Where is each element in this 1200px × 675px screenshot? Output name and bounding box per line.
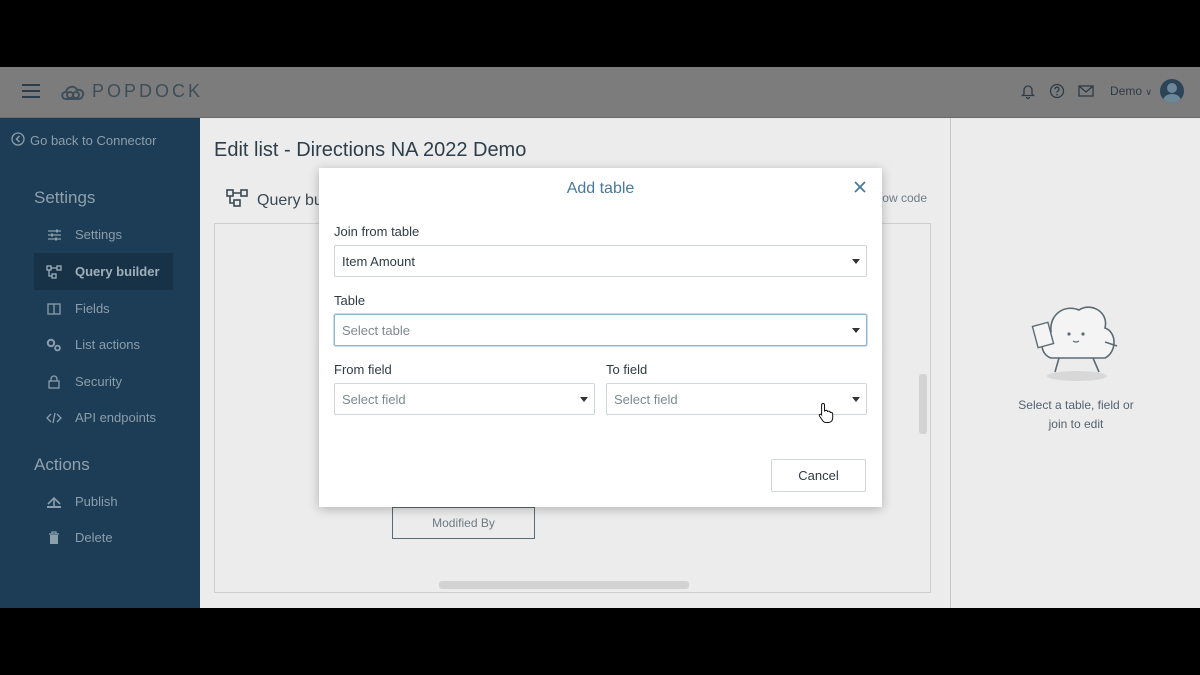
- sidebar-item-settings[interactable]: Settings: [34, 216, 173, 253]
- sidebar-item-list-actions[interactable]: List actions: [34, 326, 173, 363]
- cloud-character-illustration: [1029, 288, 1123, 389]
- table-select[interactable]: Select table: [334, 314, 867, 346]
- from-field-select[interactable]: Select field: [334, 383, 595, 415]
- avatar[interactable]: [1160, 79, 1184, 103]
- chevron-down-icon: ∨: [1145, 87, 1152, 97]
- query-builder-icon: [226, 189, 248, 212]
- app-window: POPDOCK Demo ∨ Go back to Connector Sett…: [0, 67, 1200, 608]
- sidebar-item-delete[interactable]: Delete: [34, 519, 173, 556]
- sidebar-item-publish[interactable]: Publish: [34, 483, 173, 520]
- join-from-label: Join from table: [334, 224, 420, 239]
- vertical-scrollbar[interactable]: [919, 374, 927, 434]
- table-label: Table: [334, 293, 366, 308]
- sidebar: Go back to Connector Settings Settings Q…: [0, 118, 200, 608]
- bell-icon[interactable]: [1018, 81, 1038, 101]
- sliders-icon: [46, 227, 62, 243]
- show-code-link[interactable]: ow code: [882, 191, 927, 205]
- settings-section-title: Settings: [34, 188, 96, 207]
- sidebar-item-query-builder[interactable]: Query builder: [34, 253, 173, 290]
- caret-down-icon: [852, 259, 860, 264]
- sidebar-item-security[interactable]: Security: [34, 363, 173, 400]
- trash-icon: [46, 530, 62, 546]
- from-field-label: From field: [334, 362, 392, 377]
- popdock-logo[interactable]: POPDOCK: [60, 81, 203, 102]
- gears-icon: [46, 337, 62, 353]
- join-from-table-select[interactable]: Item Amount: [334, 245, 867, 277]
- logo-text: POPDOCK: [92, 81, 204, 101]
- caret-down-icon: [580, 397, 588, 402]
- properties-panel: Select a table, field or join to edit: [950, 118, 1200, 608]
- hamburger-menu-icon[interactable]: [22, 84, 40, 98]
- add-table-modal: Add table Join from table Item Amount Ta…: [319, 168, 882, 507]
- panel-title: Query bu: [226, 189, 323, 212]
- help-icon[interactable]: [1047, 81, 1067, 101]
- modal-title: Add table: [566, 180, 635, 197]
- close-icon[interactable]: [852, 179, 868, 195]
- publish-icon: [46, 494, 62, 510]
- caret-down-icon: [852, 328, 860, 333]
- query-builder-icon: [46, 264, 62, 280]
- to-field-label: To field: [606, 362, 648, 377]
- cloud-logo-icon: [61, 85, 85, 100]
- actions-section-title: Actions: [34, 455, 90, 474]
- sidebar-item-fields[interactable]: Fields: [34, 290, 173, 327]
- top-bar: POPDOCK Demo ∨: [0, 67, 1200, 118]
- columns-icon: [46, 301, 62, 317]
- hand-pointer-icon: [818, 402, 834, 429]
- horizontal-scrollbar[interactable]: [439, 581, 689, 589]
- lock-icon: [46, 374, 62, 390]
- top-icons: Demo ∨: [1009, 79, 1184, 103]
- back-to-connector-link[interactable]: Go back to Connector: [11, 132, 156, 149]
- cancel-button[interactable]: Cancel: [771, 459, 866, 492]
- arrow-circle-left-icon: [11, 132, 25, 149]
- mail-icon[interactable]: [1076, 81, 1096, 101]
- field-node[interactable]: Modified By: [392, 507, 535, 539]
- code-icon: [46, 410, 62, 426]
- sidebar-item-api-endpoints[interactable]: API endpoints: [34, 399, 173, 436]
- empty-state-text: Select a table, field or join to edit: [1018, 398, 1134, 431]
- caret-down-icon: [852, 397, 860, 402]
- page-title: Edit list - Directions NA 2022 Demo: [214, 139, 527, 161]
- user-menu[interactable]: Demo ∨: [1110, 84, 1152, 98]
